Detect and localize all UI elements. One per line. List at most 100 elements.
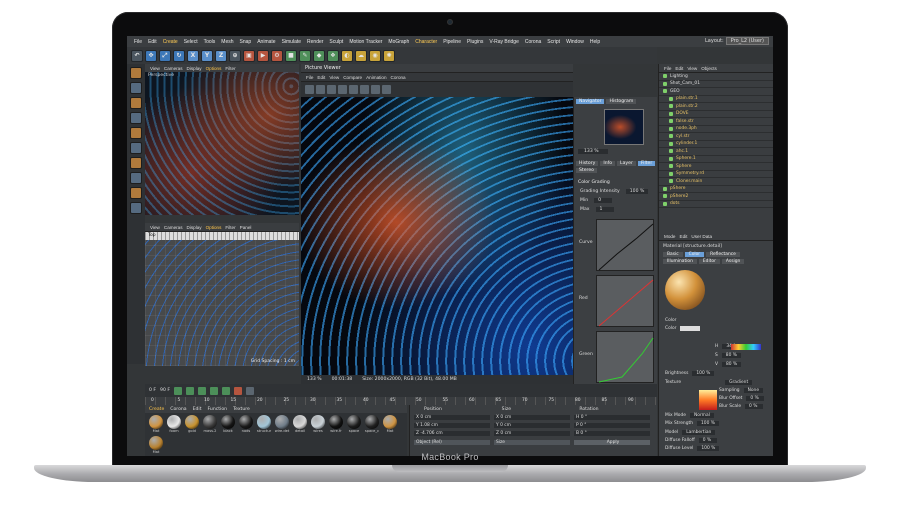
render-icon[interactable] [327, 85, 336, 94]
ab-compare-icon[interactable] [349, 85, 358, 94]
material-swatch[interactable]: wires [310, 415, 326, 434]
visibility-dot-icon[interactable] [669, 126, 673, 131]
menu-item[interactable]: Character [412, 39, 440, 45]
pen-icon[interactable]: ✎ [299, 49, 311, 62]
tab-illumination[interactable]: Illumination [663, 259, 697, 264]
visibility-dot-icon[interactable] [669, 171, 673, 176]
snap-icon[interactable] [130, 157, 142, 169]
object-row[interactable]: Shot_Cam_01 [659, 81, 773, 88]
viewport-menu-item[interactable]: Options [206, 66, 222, 71]
visibility-dot-icon[interactable] [669, 164, 673, 169]
object-row[interactable]: Cloner.main [659, 178, 773, 186]
go-to-end-icon[interactable] [221, 386, 230, 395]
object-row[interactable]: GEO [659, 88, 773, 96]
sampling-field[interactable]: None [743, 388, 764, 393]
visibility-dot-icon[interactable] [669, 156, 673, 161]
material-menu-item[interactable]: Function [208, 407, 228, 412]
viewport-menu-item[interactable]: View [150, 66, 160, 71]
coordinate-field[interactable]: P 0 ° [574, 422, 650, 428]
timeline-ruler[interactable]: 0 5 10 15 20 25 30 35 40 45 50 55 60 65 70 75 80 85 90 [145, 397, 657, 405]
material-menu-item[interactable]: Corona [170, 407, 186, 412]
tab-layer[interactable]: Layer [617, 161, 636, 166]
visibility-dot-icon[interactable] [663, 89, 667, 94]
save-icon[interactable] [305, 85, 314, 94]
material-swatch[interactable]: nods [238, 415, 254, 434]
next-frame-icon[interactable] [209, 386, 218, 395]
material-swatch[interactable]: foam [166, 415, 182, 434]
menu-item[interactable]: Window [563, 39, 587, 45]
x-axis-button[interactable]: X [187, 49, 199, 62]
model-mode-icon[interactable] [130, 67, 142, 79]
material-menu-item[interactable]: Texture [233, 407, 250, 412]
attribute-menu-item[interactable]: Mode [664, 234, 676, 239]
material-swatch[interactable]: gold [184, 415, 200, 434]
viewport-menu-item[interactable]: Display [187, 225, 202, 230]
cloner-icon[interactable]: ❖ [327, 49, 339, 62]
picture-viewer-menu-item[interactable]: View [329, 75, 339, 80]
snapshot-icon[interactable] [371, 85, 380, 94]
material-swatch[interactable]: wire.fr [328, 415, 344, 434]
frame-end-field[interactable]: 90 F [160, 388, 170, 393]
tab-filter[interactable]: Filter [637, 161, 656, 166]
v-field[interactable]: 80 % [722, 362, 742, 367]
keyframe-icon[interactable] [245, 386, 254, 395]
swap-icon[interactable] [360, 85, 369, 94]
move-tool-icon[interactable]: ✥ [145, 49, 157, 62]
viewport-menu-item[interactable]: View [150, 225, 160, 230]
material-menu-item[interactable]: Edit [193, 407, 202, 412]
material-swatch[interactable]: Mat [148, 415, 164, 434]
object-row[interactable]: Sphere.1 [659, 156, 773, 163]
menu-item[interactable]: V-Ray Bridge [486, 39, 521, 45]
diffuse-level-field[interactable]: 100 % [697, 446, 720, 451]
attribute-menu-item[interactable]: User Data [691, 234, 712, 239]
apply-button[interactable]: Apply [574, 440, 650, 445]
visibility-dot-icon[interactable] [663, 201, 667, 206]
tab-history[interactable]: History [576, 161, 599, 166]
menu-item[interactable]: Select [181, 39, 201, 45]
fullscreen-icon[interactable] [382, 85, 391, 94]
menu-item[interactable]: Corona [522, 39, 544, 45]
edges-mode-icon[interactable] [130, 112, 142, 124]
visibility-dot-icon[interactable] [663, 186, 667, 191]
go-to-start-icon[interactable] [173, 386, 182, 395]
coordinate-field[interactable]: Z -4.706 cm [414, 430, 490, 436]
material-swatch[interactable]: mass.2 [202, 415, 218, 434]
coordinate-field[interactable]: X 0 cm [414, 414, 490, 420]
tab-histogram[interactable]: Histogram [606, 99, 637, 104]
zoom-readout[interactable]: 133 % [307, 377, 322, 382]
visibility-dot-icon[interactable] [669, 179, 673, 184]
menu-item[interactable]: Sculpt [326, 39, 346, 45]
record-icon[interactable] [233, 386, 242, 395]
subdivision-icon[interactable]: ◆ [313, 49, 325, 62]
object-row[interactable]: ahc.1 [659, 148, 773, 156]
render-settings-icon[interactable]: ⚙ [271, 49, 283, 62]
s-field[interactable]: 80 % [721, 353, 741, 358]
menu-item[interactable]: Animate [254, 39, 278, 45]
undo-icon[interactable]: ↶ [131, 49, 143, 62]
previous-frame-icon[interactable] [185, 386, 194, 395]
visibility-dot-icon[interactable] [669, 149, 673, 154]
object-manager-menu-item[interactable]: Objects [701, 66, 717, 71]
tab-assign[interactable]: Assign [721, 259, 745, 264]
y-axis-button[interactable]: Y [201, 49, 213, 62]
scale-tool-icon[interactable]: ⤢ [159, 49, 171, 62]
deformer-icon[interactable]: ◐ [341, 49, 353, 62]
navigator-zoom[interactable]: 133 % [578, 149, 608, 154]
render-view-icon[interactable]: ▣ [243, 49, 255, 62]
coordinate-field[interactable]: B 0 ° [574, 430, 650, 436]
visibility-dot-icon[interactable] [669, 119, 673, 124]
max-field[interactable]: 1 [595, 207, 614, 212]
attribute-menu-item[interactable]: Edit [680, 234, 688, 239]
tab-reflectance[interactable]: Reflectance [706, 252, 740, 257]
menu-item[interactable]: File [131, 39, 145, 45]
tab-navigator[interactable]: Navigator [576, 99, 605, 104]
material-swatch[interactable]: black [220, 415, 236, 434]
min-field[interactable]: 0 [594, 198, 613, 203]
object-row[interactable]: pShere [659, 186, 773, 193]
texture-mode-icon[interactable] [130, 82, 142, 94]
coordinate-field[interactable]: X 0 cm [494, 414, 570, 420]
coordinate-field[interactable]: H 0 ° [574, 414, 650, 420]
render-picture-viewer-icon[interactable]: ▶ [257, 49, 269, 62]
visibility-dot-icon[interactable] [669, 134, 673, 139]
viewport-menu-item[interactable]: Panel [240, 225, 252, 230]
